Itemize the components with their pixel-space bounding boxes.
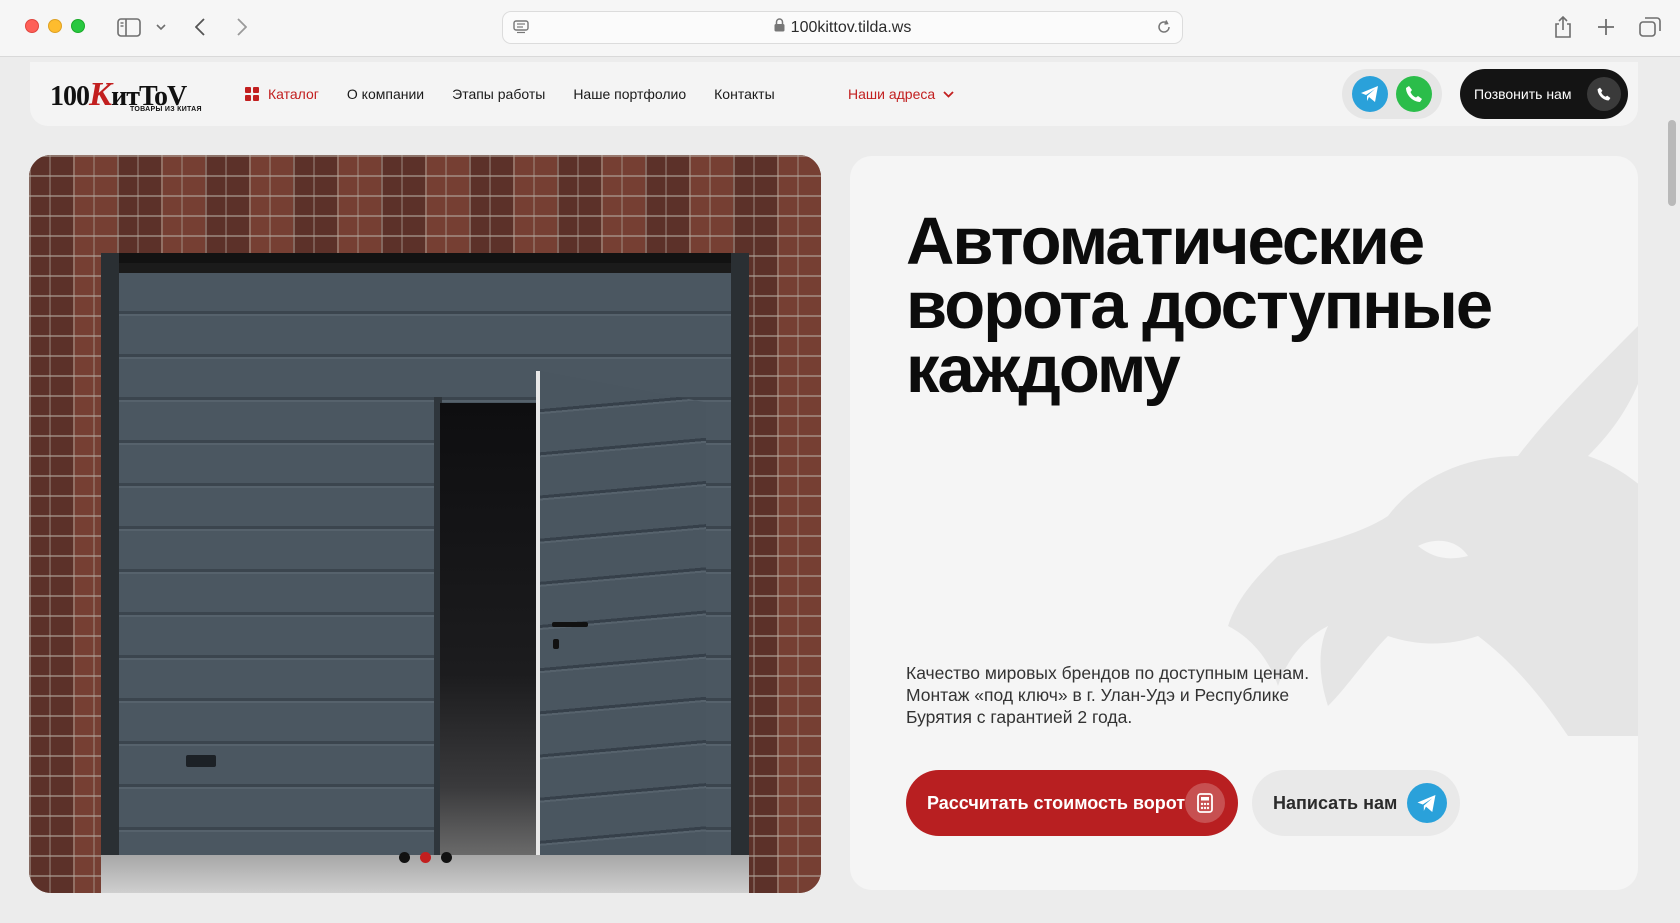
reader-icon[interactable] (513, 19, 529, 40)
minimize-window-button[interactable] (48, 19, 62, 33)
telegram-icon (1407, 783, 1447, 823)
whatsapp-button[interactable] (1396, 76, 1432, 112)
calculate-price-button[interactable]: Рассчитать стоимость ворот (906, 770, 1238, 836)
site-logo[interactable]: 100КитToV ТОВАРЫ ИЗ КИТАЯ (50, 68, 202, 118)
address-bar[interactable]: 100kittov.tilda.ws (502, 11, 1183, 44)
menu-item-about[interactable]: О компании (347, 86, 424, 102)
calculate-price-label: Рассчитать стоимость ворот (927, 792, 1186, 813)
close-window-button[interactable] (25, 19, 39, 33)
lock-icon (774, 18, 785, 37)
menu-item-catalog[interactable]: Каталог (245, 86, 319, 102)
menu-item-contacts[interactable]: Контакты (714, 86, 774, 102)
browser-toolbar: 100kittov.tilda.ws (0, 0, 1680, 57)
hero-desc-line-3: Бурятия с гарантией 2 года. (906, 707, 1133, 727)
sidebar-icon[interactable] (116, 12, 142, 42)
call-us-button[interactable]: Позвонить нам (1460, 69, 1628, 119)
window-controls (25, 19, 85, 33)
menu-item-label: Каталог (268, 86, 319, 102)
logo-tagline: ТОВАРЫ ИЗ КИТАЯ (130, 106, 202, 113)
door-vent (186, 755, 216, 767)
forward-icon[interactable] (234, 12, 250, 42)
phone-icon (1406, 86, 1422, 102)
back-icon[interactable] (192, 12, 208, 42)
maximize-window-button[interactable] (71, 19, 85, 33)
slider-dot-3[interactable] (440, 852, 452, 863)
telegram-icon (1361, 86, 1378, 102)
new-tab-icon[interactable] (1596, 12, 1616, 42)
door-jamb-right (731, 253, 749, 893)
tabs-overview-icon[interactable] (1638, 12, 1662, 42)
chevron-down-icon[interactable] (154, 12, 168, 42)
call-us-label: Позвонить нам (1474, 86, 1572, 102)
menu-item-stages[interactable]: Этапы работы (452, 86, 545, 102)
reload-icon[interactable] (1156, 19, 1172, 40)
telegram-button[interactable] (1352, 76, 1388, 112)
addresses-label: Наши адреса (848, 86, 936, 102)
hero-desc-line-1: Качество мировых брендов по доступным це… (906, 663, 1310, 683)
slider-pagination (29, 852, 821, 863)
phone-icon (1587, 77, 1621, 111)
hero-image-slider[interactable] (29, 155, 821, 893)
site-header: 100КитToV ТОВАРЫ ИЗ КИТАЯ Каталог О комп… (30, 62, 1638, 126)
slider-dot-1[interactable] (398, 852, 410, 863)
messenger-links (1342, 69, 1442, 119)
catalog-grid-icon (245, 87, 259, 101)
url-text: 100kittov.tilda.ws (790, 18, 912, 36)
write-us-label: Написать нам (1273, 792, 1398, 813)
wicket-door (540, 371, 706, 893)
page-scrollbar[interactable] (1668, 120, 1676, 206)
main-menu: Каталог О компании Этапы работы Наше пор… (245, 62, 803, 126)
door-lock (553, 639, 559, 649)
hero-title-line-3: каждому (906, 332, 1181, 407)
share-icon[interactable] (1552, 12, 1574, 42)
hero-content-card: Автоматические ворота доступные каждому … (850, 156, 1638, 890)
slider-dot-2[interactable] (419, 852, 431, 863)
addresses-dropdown[interactable]: Наши адреса (848, 62, 954, 126)
wicket-door-edge (536, 371, 540, 893)
calculator-icon (1185, 783, 1225, 823)
write-us-button[interactable]: Написать нам (1252, 770, 1460, 836)
menu-item-portfolio[interactable]: Наше портфолио (573, 86, 686, 102)
chevron-down-icon (943, 90, 954, 98)
hero-desc-line-2: Монтаж «под ключ» в г. Улан-Удэ и Респуб… (906, 685, 1290, 705)
hero-title: Автоматические ворота доступные каждому (906, 208, 1546, 403)
web-page: 100КитToV ТОВАРЫ ИЗ КИТАЯ Каталог О комп… (0, 58, 1680, 923)
door-handle (552, 622, 588, 627)
hero-description: Качество мировых брендов по доступным це… (906, 662, 1336, 728)
wicket-doorway (440, 403, 540, 855)
door-jamb-left (101, 253, 119, 893)
